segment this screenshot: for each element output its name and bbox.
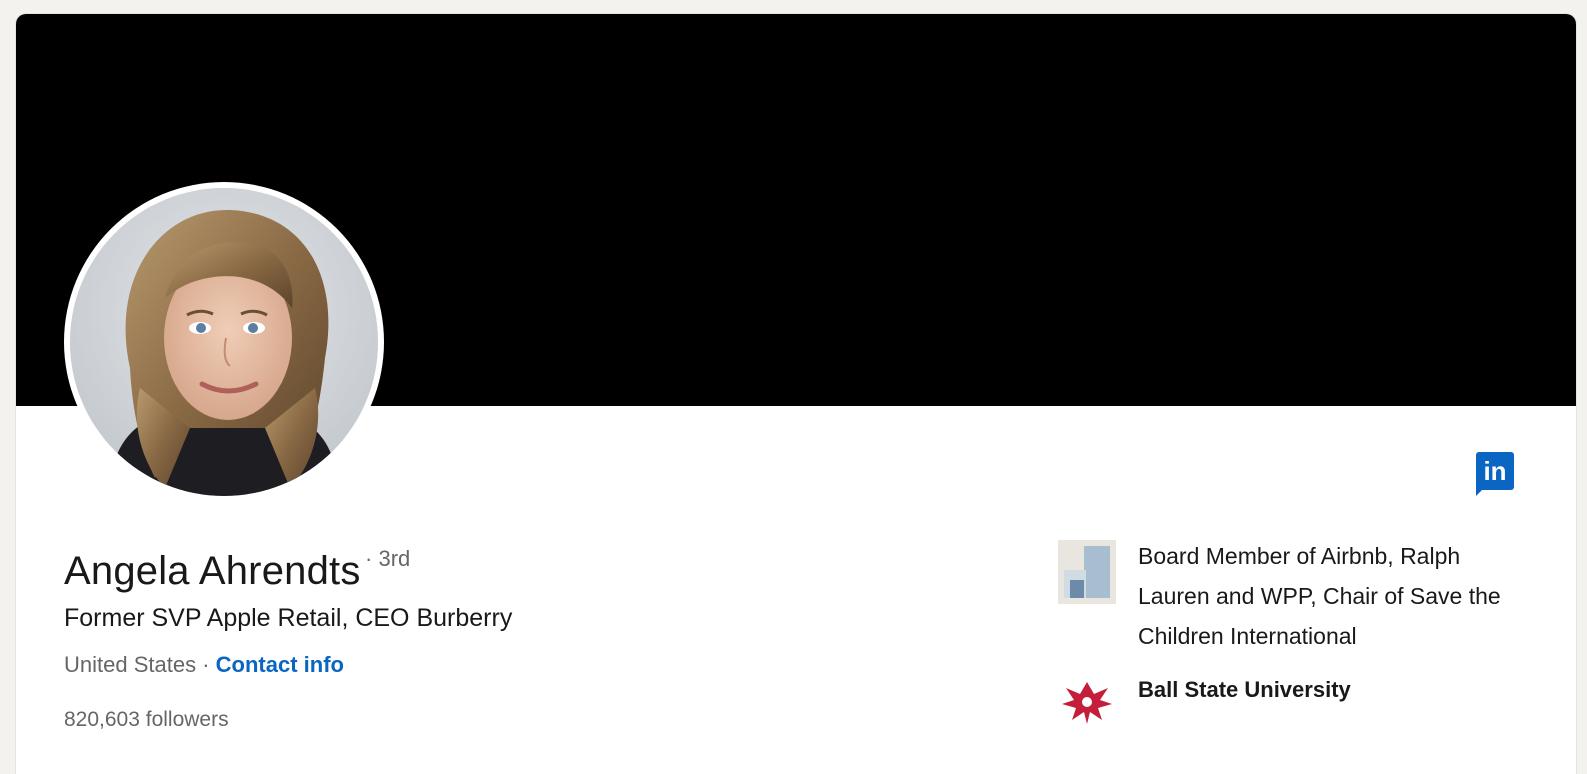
profile-name-row: Angela Ahrendts · 3rd <box>64 546 410 594</box>
profile-headline: Former SVP Apple Retail, CEO Burberry <box>64 604 513 632</box>
linkedin-icon[interactable]: in <box>1476 452 1514 490</box>
profile-name: Angela Ahrendts <box>64 549 361 593</box>
ball-state-logo-icon <box>1058 674 1116 738</box>
organization-item-school[interactable]: Ball State University <box>1058 674 1538 738</box>
organization-name: Ball State University <box>1138 677 1351 702</box>
connection-degree: · 3rd <box>365 546 411 571</box>
company-placeholder-icon <box>1058 540 1116 604</box>
profile-photo-frame[interactable] <box>64 182 384 502</box>
organization-list: Board Member of Airbnb, Ralph Lauren and… <box>1058 540 1538 756</box>
profile-photo[interactable] <box>70 188 378 496</box>
linkedin-icon-tail <box>1476 488 1484 496</box>
profile-location: United States · <box>64 652 210 677</box>
avatar-portrait-image <box>70 188 378 496</box>
location-row: United States · Contact info <box>64 652 344 678</box>
profile-card: in Angela Ahrendts · 3rd Former SVP Appl… <box>16 14 1576 774</box>
followers-count: 820,603 followers <box>64 708 229 731</box>
contact-info-link[interactable]: Contact info <box>216 652 344 677</box>
organization-name: Board Member of Airbnb, Ralph Lauren and… <box>1138 543 1501 649</box>
organization-item-board[interactable]: Board Member of Airbnb, Ralph Lauren and… <box>1058 540 1538 656</box>
